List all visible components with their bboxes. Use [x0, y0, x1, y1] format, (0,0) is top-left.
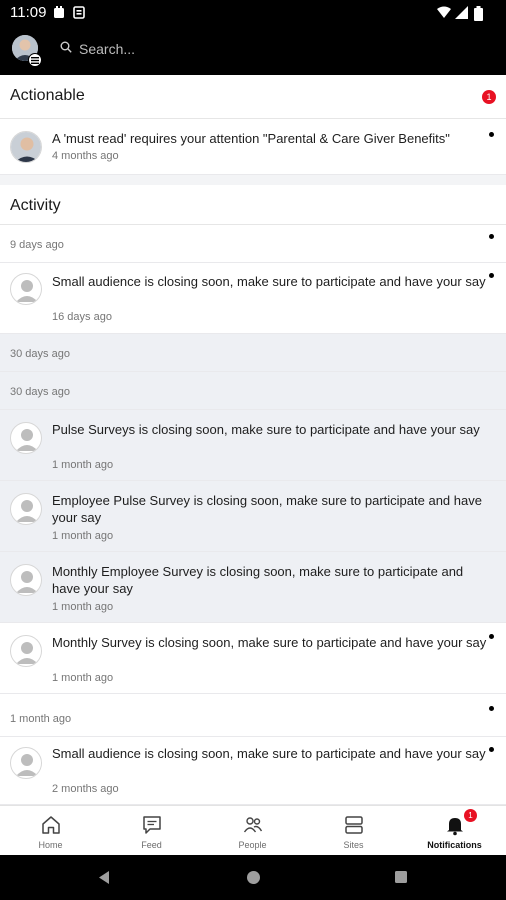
nav-label: Sites — [343, 840, 364, 850]
notifications-count-badge: 1 — [464, 809, 477, 822]
status-time: 11:09 — [10, 4, 47, 21]
system-navigation-bar — [0, 855, 506, 900]
avatar-placeholder — [10, 273, 42, 305]
sender-avatar — [10, 131, 42, 163]
notification-time: 1 month ago — [52, 601, 114, 613]
unread-dot — [489, 706, 494, 711]
nav-label: Home — [38, 840, 63, 850]
activity-title: Activity — [10, 197, 61, 214]
storage-icon — [73, 6, 85, 19]
nav-label: Notifications — [427, 840, 482, 850]
avatar-placeholder — [10, 564, 42, 596]
notification-time: 1 month ago — [52, 459, 114, 471]
nav-people[interactable]: People — [202, 806, 303, 856]
notification-time: 1 month ago — [52, 672, 114, 684]
notification-text: Monthly Survey is closing soon, make sur… — [52, 635, 487, 650]
notification-text: A 'must read' requires your attention "P… — [52, 131, 450, 146]
avatar-placeholder — [10, 422, 42, 454]
feed-icon — [143, 816, 161, 834]
battery-icon — [474, 6, 483, 21]
date-group-label: 9 days ago — [10, 239, 64, 251]
list-item[interactable]: Monthly Survey is closing soon, make sur… — [0, 623, 506, 694]
activity-header: Activity — [0, 185, 506, 225]
notification-text: Employee Pulse Survey is closing soon, m… — [52, 493, 482, 525]
notification-time: 16 days ago — [52, 311, 112, 323]
date-group-label: 1 month ago — [10, 713, 72, 725]
signal-icon — [455, 6, 468, 19]
nav-notifications[interactable]: 1 Notifications — [404, 806, 505, 856]
date-group: 1 month ago — [0, 699, 506, 737]
unread-dot — [489, 234, 494, 239]
list-item[interactable]: Small audience is closing soon, make sur… — [0, 263, 506, 334]
person-icon — [16, 642, 38, 664]
unread-dot — [489, 273, 494, 278]
profile-photo-icon — [11, 132, 41, 162]
app-bar: Search... — [0, 26, 506, 75]
recents-icon[interactable] — [394, 870, 408, 884]
date-group-label: 30 days ago — [10, 386, 70, 398]
bell-icon — [447, 818, 463, 836]
list-item[interactable]: Small audience is closing soon, make sur… — [0, 737, 506, 805]
nav-label: Feed — [141, 840, 162, 850]
avatar-placeholder — [10, 493, 42, 525]
person-icon — [16, 500, 38, 522]
actionable-title: Actionable — [10, 87, 85, 104]
date-group-label: 30 days ago — [10, 348, 70, 360]
list-item[interactable]: Monthly Employee Survey is closing soon,… — [0, 552, 506, 623]
nav-label: People — [238, 840, 267, 850]
notification-text: Small audience is closing soon, make sur… — [52, 274, 486, 289]
notifications-list[interactable]: Actionable 1 A 'must read' requires your… — [0, 75, 506, 805]
notification-time: 1 month ago — [52, 530, 114, 542]
nav-sites[interactable]: Sites — [303, 806, 404, 856]
nav-feed[interactable]: Feed — [101, 806, 202, 856]
section-divider — [0, 175, 506, 185]
wifi-icon — [437, 6, 451, 18]
actionable-header: Actionable 1 — [0, 75, 506, 119]
status-bar: 11:09 — [0, 0, 506, 26]
sites-icon — [345, 816, 363, 834]
menu-badge-icon[interactable] — [28, 53, 42, 67]
date-group: 30 days ago — [0, 334, 506, 372]
bottom-navigation: Home Feed People Sites 1 Notifications — [0, 805, 506, 855]
home-icon — [42, 816, 60, 834]
person-icon — [16, 429, 38, 451]
calendar-icon — [54, 6, 64, 18]
person-icon — [16, 754, 38, 776]
back-icon[interactable] — [97, 870, 111, 885]
avatar-placeholder — [10, 747, 42, 779]
notification-text: Pulse Surveys is closing soon, make sure… — [52, 422, 480, 437]
actionable-item[interactable]: A 'must read' requires your attention "P… — [0, 119, 506, 175]
unread-dot — [489, 634, 494, 639]
people-icon — [243, 817, 263, 833]
nav-home[interactable]: Home — [0, 806, 101, 856]
list-item[interactable]: Employee Pulse Survey is closing soon, m… — [0, 481, 506, 552]
unread-dot — [489, 747, 494, 752]
search-input[interactable]: Search... — [79, 41, 135, 57]
search-icon[interactable] — [60, 41, 72, 53]
home-button-icon[interactable] — [246, 870, 261, 885]
actionable-count-badge: 1 — [482, 90, 496, 104]
date-group: 30 days ago — [0, 372, 506, 410]
notification-text: Small audience is closing soon, make sur… — [52, 746, 486, 761]
notification-time: 4 months ago — [52, 150, 119, 162]
person-icon — [16, 571, 38, 593]
unread-dot — [489, 132, 494, 137]
person-icon — [16, 280, 38, 302]
notification-time: 2 months ago — [52, 783, 119, 795]
avatar-placeholder — [10, 635, 42, 667]
list-item[interactable]: Pulse Surveys is closing soon, make sure… — [0, 410, 506, 481]
date-group: 9 days ago — [0, 225, 506, 263]
notification-text: Monthly Employee Survey is closing soon,… — [52, 564, 464, 596]
